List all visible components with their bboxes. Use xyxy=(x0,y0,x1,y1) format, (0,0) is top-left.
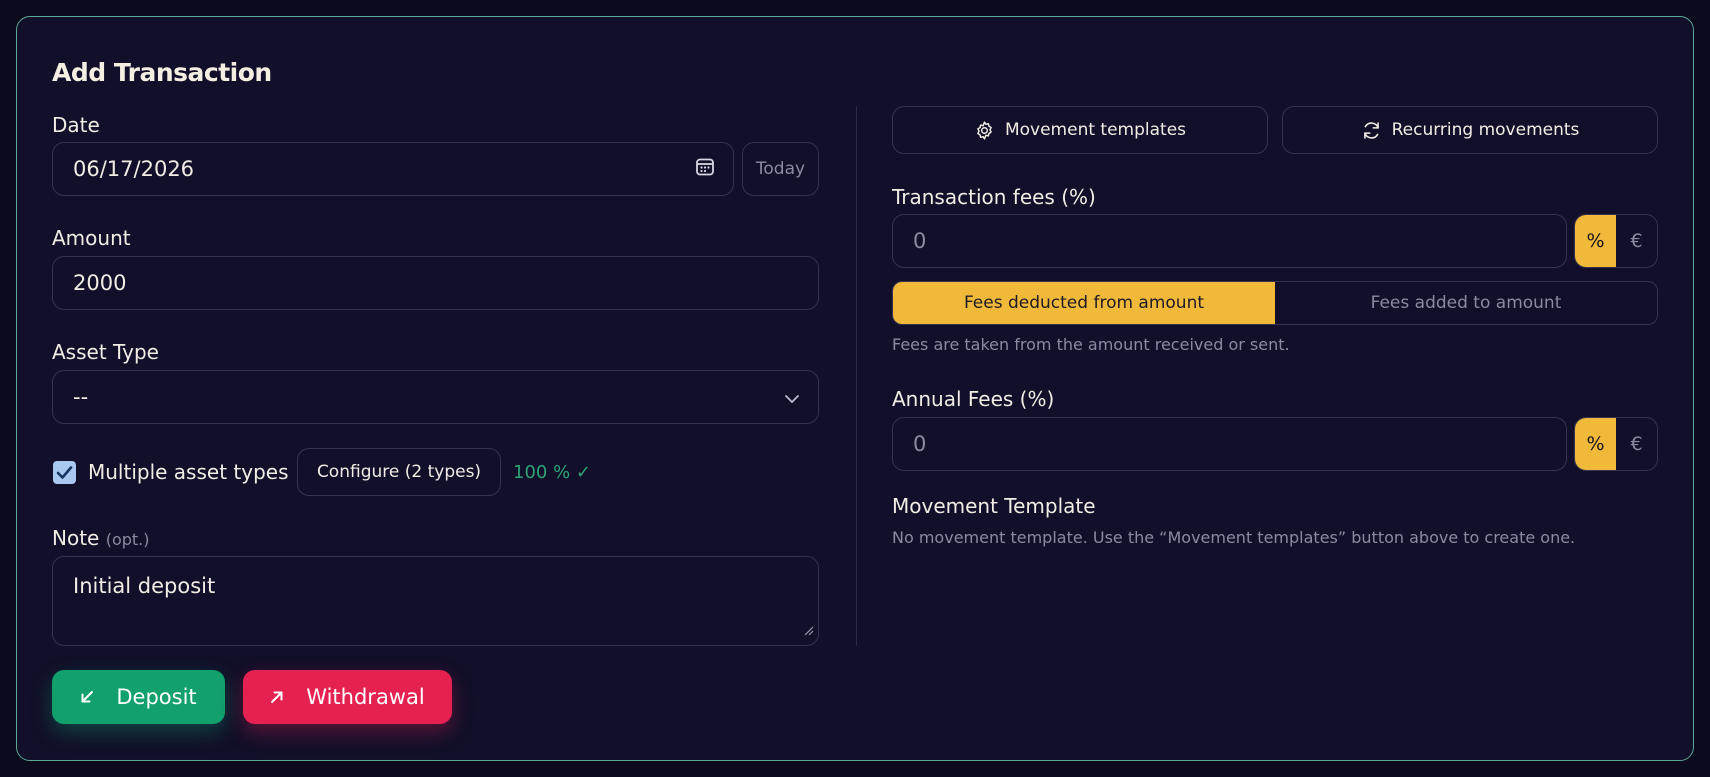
date-value: 06/17/2026 xyxy=(73,157,195,181)
asset-type-label: Asset Type xyxy=(52,340,159,364)
deposit-button[interactable]: Deposit xyxy=(52,670,225,724)
note-optional-hint: (opt.) xyxy=(105,530,150,549)
allocation-status: 100 % ✓ xyxy=(513,462,591,483)
asset-type-select[interactable]: -- xyxy=(52,370,819,424)
arrow-up-right-icon xyxy=(271,691,283,703)
transaction-fees-value: 0 xyxy=(913,229,927,253)
multiple-asset-types-checkbox[interactable] xyxy=(53,461,76,484)
resize-handle-icon[interactable] xyxy=(802,617,814,641)
date-label: Date xyxy=(52,113,100,137)
annual-fees-euro-option[interactable]: € xyxy=(1616,418,1657,470)
fees-helper-text: Fees are taken from the amount received … xyxy=(892,335,1290,354)
transaction-fees-input[interactable]: 0 xyxy=(892,214,1567,268)
annual-fees-percent-option[interactable]: % xyxy=(1575,418,1616,470)
annual-fees-unit-toggle: % € xyxy=(1574,417,1658,471)
movement-templates-label: Movement templates xyxy=(1004,120,1187,140)
amount-input[interactable]: 2000 xyxy=(52,256,819,310)
checkmark-icon xyxy=(56,466,73,479)
gear-icon xyxy=(977,120,992,140)
transaction-fees-percent-option[interactable]: % xyxy=(1575,215,1616,267)
fees-deducted-option[interactable]: Fees deducted from amount xyxy=(893,282,1275,324)
recurring-movements-button[interactable]: Recurring movements xyxy=(1282,106,1658,154)
transaction-fees-label: Transaction fees (%) xyxy=(892,185,1096,209)
recurring-movements-label: Recurring movements xyxy=(1391,120,1580,140)
asset-type-value: -- xyxy=(73,385,89,409)
arrow-down-left-icon xyxy=(81,691,94,703)
withdrawal-button[interactable]: Withdrawal xyxy=(243,670,452,724)
movement-template-empty-text: No movement template. Use the “Movement … xyxy=(892,528,1576,547)
transaction-fees-unit-toggle: % € xyxy=(1574,214,1658,268)
calendar-icon[interactable] xyxy=(695,157,715,182)
fees-added-option[interactable]: Fees added to amount xyxy=(1275,282,1657,324)
movement-templates-button[interactable]: Movement templates xyxy=(892,106,1268,154)
configure-types-button[interactable]: Configure (2 types) xyxy=(297,448,501,496)
refresh-icon xyxy=(1363,121,1379,139)
chevron-down-icon xyxy=(784,385,800,409)
note-label-text: Note xyxy=(52,526,100,550)
page-title: Add Transaction xyxy=(52,58,272,87)
multiple-asset-types-label[interactable]: Multiple asset types xyxy=(88,460,289,484)
annual-fees-input[interactable]: 0 xyxy=(892,417,1567,471)
amount-label: Amount xyxy=(52,226,131,250)
column-divider xyxy=(856,106,857,646)
today-button[interactable]: Today xyxy=(742,142,819,196)
note-label: Note (opt.) xyxy=(52,526,150,550)
transaction-fees-euro-option[interactable]: € xyxy=(1616,215,1657,267)
withdrawal-label: Withdrawal xyxy=(306,685,425,709)
annual-fees-label: Annual Fees (%) xyxy=(892,387,1055,411)
annual-fees-value: 0 xyxy=(913,432,927,456)
note-textarea[interactable]: Initial deposit xyxy=(52,556,819,646)
deposit-label: Deposit xyxy=(116,685,197,709)
date-input[interactable]: 06/17/2026 xyxy=(52,142,734,196)
note-value: Initial deposit xyxy=(73,574,216,598)
movement-template-label: Movement Template xyxy=(892,494,1096,518)
fees-mode-toggle: Fees deducted from amount Fees added to … xyxy=(892,281,1658,325)
amount-value: 2000 xyxy=(73,271,127,295)
